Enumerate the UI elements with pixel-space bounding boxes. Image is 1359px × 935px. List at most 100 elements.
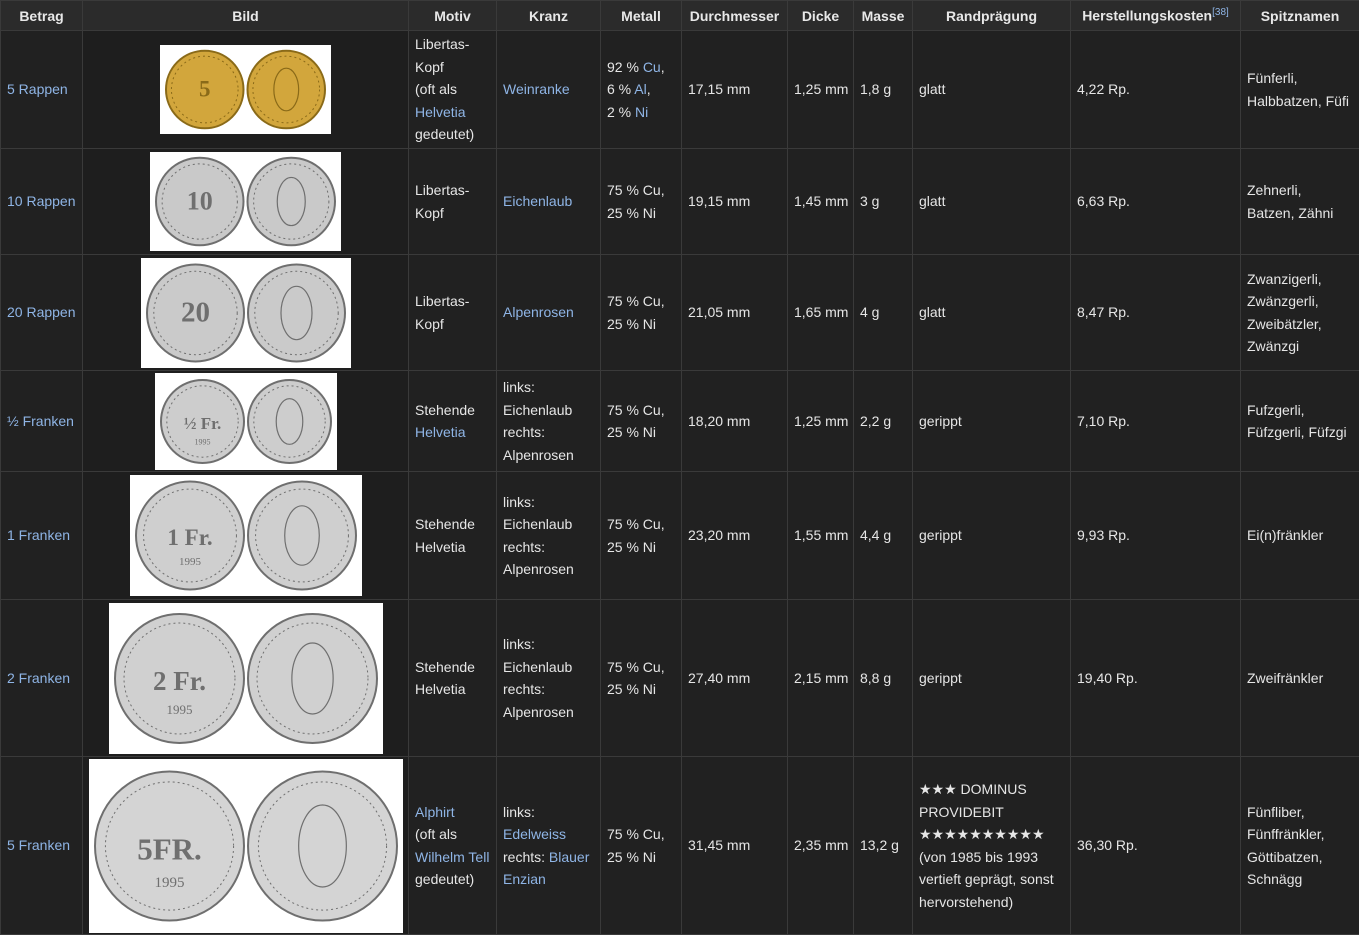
- dicke-value: 1,65 mm: [787, 254, 854, 371]
- kranz-cell-line[interactable]: Edelweiss: [503, 823, 594, 846]
- header-randpraegung[interactable]: Randprägung: [912, 0, 1071, 31]
- spitznamen-cell-line: Fünfliber,: [1247, 803, 1305, 820]
- spitznamen-cell-line: Batzen, Zähni: [1247, 204, 1334, 221]
- motiv-cell: Libertas- Kopf (oft als Helvetia gedeutet): [408, 30, 497, 149]
- header-betrag[interactable]: Betrag: [0, 0, 83, 31]
- kranz-cell: links: Eichenlaub rechts: Alpenrosen: [496, 370, 601, 472]
- spitznamen-cell-line: Fufzgerli,: [1247, 401, 1305, 418]
- header-herstellungskosten[interactable]: Herstellungskosten[38]: [1070, 0, 1241, 31]
- masse-value: 4 g: [853, 254, 913, 371]
- kranz-cell-line: Alpenrosen: [503, 446, 574, 463]
- metall-cell-line: 75 % Cu,: [607, 516, 665, 532]
- header-kranz[interactable]: Kranz: [496, 0, 601, 31]
- motiv-cell-line[interactable]: Helvetia: [415, 421, 490, 444]
- inline-link[interactable]: Al: [634, 81, 646, 97]
- motiv-cell-line: Kopf: [415, 315, 444, 332]
- durchmesser-value: 19,15 mm: [681, 148, 788, 255]
- herstellungskosten-value: 19,40 Rp.: [1070, 599, 1241, 757]
- svg-text:1995: 1995: [194, 437, 210, 446]
- motiv-cell-line: Libertas-: [415, 182, 470, 198]
- spitznamen-cell-line: Zwänzgerli,: [1247, 293, 1319, 309]
- coin-image-svg: 5: [165, 49, 326, 130]
- coin-image-cell: 5: [82, 30, 409, 149]
- betrag-link[interactable]: 2 Franken: [0, 599, 83, 757]
- motiv-cell: Stehende Helvetia: [408, 599, 497, 757]
- metall-cell-line: 75 % Cu,: [607, 658, 665, 675]
- spitznamen-cell: Fufzgerli, Füfzgerli, Füfzgi: [1240, 370, 1359, 472]
- spitznamen-cell-line: Schnägg: [1247, 871, 1303, 887]
- coin-image[interactable]: 10: [150, 152, 341, 251]
- masse-value: 3 g: [853, 148, 913, 255]
- randpraegung-cell: gerippt: [912, 599, 1071, 757]
- betrag-link[interactable]: 1 Franken: [0, 471, 83, 600]
- spitznamen-cell-line: Zwanzigerli,: [1247, 270, 1322, 287]
- header-bild[interactable]: Bild: [82, 0, 409, 31]
- betrag-link[interactable]: 5 Franken: [0, 756, 83, 935]
- dicke-value: 1,55 mm: [787, 471, 854, 600]
- coin-obverse: 5: [165, 49, 245, 130]
- coin-image[interactable]: 1 Fr. 1995: [129, 475, 362, 596]
- masse-value: 13,2 g: [853, 756, 913, 935]
- inline-link[interactable]: Blauer: [549, 849, 589, 865]
- metall-cell: 75 % Cu, 25 % Ni: [600, 148, 682, 255]
- randpraegung-cell-line: hervorstehend): [919, 893, 1014, 910]
- header-dicke[interactable]: Dicke: [787, 0, 854, 31]
- coin-image-svg: ½ Fr. 1995: [159, 378, 332, 464]
- betrag-link[interactable]: 20 Rappen: [0, 254, 83, 371]
- svg-text:½ Fr.: ½ Fr.: [183, 413, 221, 432]
- spitznamen-cell-line: Zehnerli,: [1247, 182, 1302, 198]
- svg-text:1995: 1995: [154, 874, 184, 890]
- motiv-cell-line: Libertas-: [415, 293, 470, 309]
- motiv-cell-line: Helvetia: [415, 538, 466, 555]
- metall-cell-line: 25 % Ni: [607, 315, 657, 332]
- inline-link[interactable]: Ni: [635, 104, 648, 120]
- metall-cell: 75 % Cu, 25 % Ni: [600, 756, 682, 935]
- kranz-cell-line[interactable]: Eichenlaub: [503, 190, 594, 213]
- spitznamen-cell-line: Zweifränkler: [1247, 669, 1324, 686]
- betrag-link[interactable]: 10 Rappen: [0, 148, 83, 255]
- dicke-value: 1,25 mm: [787, 370, 854, 472]
- coin-reverse: [246, 770, 398, 921]
- coin-image[interactable]: ½ Fr. 1995: [154, 372, 337, 470]
- motiv-cell-line[interactable]: Helvetia: [415, 101, 490, 124]
- betrag-link[interactable]: 5 Rappen: [0, 30, 83, 149]
- motiv-cell-line: Stehende: [415, 401, 475, 418]
- randpraegung-cell-line: gerippt: [919, 412, 962, 429]
- coin-image[interactable]: 5: [160, 45, 331, 134]
- table-row: 2 Franken 2 Fr. 1995 Stehende Helvetia links:…: [0, 599, 1359, 757]
- randpraegung-cell-line: (von 1985 bis 1993: [919, 848, 1039, 865]
- metall-cell: 75 % Cu, 25 % Ni: [600, 254, 682, 371]
- motiv-cell-line[interactable]: Wilhelm Tell: [415, 846, 490, 869]
- kranz-cell-line[interactable]: Enzian: [503, 868, 594, 891]
- randpraegung-cell: glatt: [912, 254, 1071, 371]
- coin-image-cell: ½ Fr. 1995: [82, 370, 409, 472]
- betrag-link[interactable]: ½ Franken: [0, 370, 83, 472]
- header-durchmesser[interactable]: Durchmesser: [681, 0, 788, 31]
- metall-cell: 75 % Cu, 25 % Ni: [600, 599, 682, 757]
- coin-image-svg: 2 Fr. 1995: [113, 612, 378, 744]
- inline-link[interactable]: Cu: [643, 59, 661, 75]
- header-metall[interactable]: Metall: [600, 0, 682, 31]
- table-row: 10 Rappen 10 Libertas- Kopf Eichenlaub 75 % C…: [0, 148, 1359, 255]
- metall-cell-line: 92 % Cu,: [607, 58, 665, 75]
- header-masse[interactable]: Masse: [853, 0, 913, 31]
- kranz-cell-line: Eichenlaub: [503, 516, 573, 532]
- coin-image[interactable]: 20: [140, 257, 351, 368]
- motiv-cell-line: (oft als: [415, 826, 458, 842]
- metall-cell-line: 25 % Ni: [607, 848, 657, 865]
- motiv-cell-line[interactable]: Alphirt: [415, 801, 490, 824]
- randpraegung-cell: glatt: [912, 30, 1071, 149]
- header-motiv[interactable]: Motiv: [408, 0, 497, 31]
- kranz-cell-line[interactable]: Weinranke: [503, 78, 594, 101]
- spitznamen-cell: Fünfliber, Fünffränkler, Göttibatzen, Schnä…: [1240, 756, 1359, 935]
- coin-image[interactable]: 5FR. 1995: [88, 758, 403, 933]
- kranz-cell-line: Alpenrosen: [503, 561, 574, 577]
- kranz-cell-line: rechts:: [503, 424, 546, 440]
- header-spitznamen[interactable]: Spitznamen: [1240, 0, 1359, 31]
- kranz-cell-line[interactable]: Alpenrosen: [503, 301, 594, 324]
- reference-link[interactable]: [38]: [1212, 7, 1229, 18]
- herstellungskosten-value: 36,30 Rp.: [1070, 756, 1241, 935]
- coin-image-cell: 2 Fr. 1995: [82, 599, 409, 757]
- coin-image[interactable]: 2 Fr. 1995: [108, 602, 383, 754]
- masse-value: 1,8 g: [853, 30, 913, 149]
